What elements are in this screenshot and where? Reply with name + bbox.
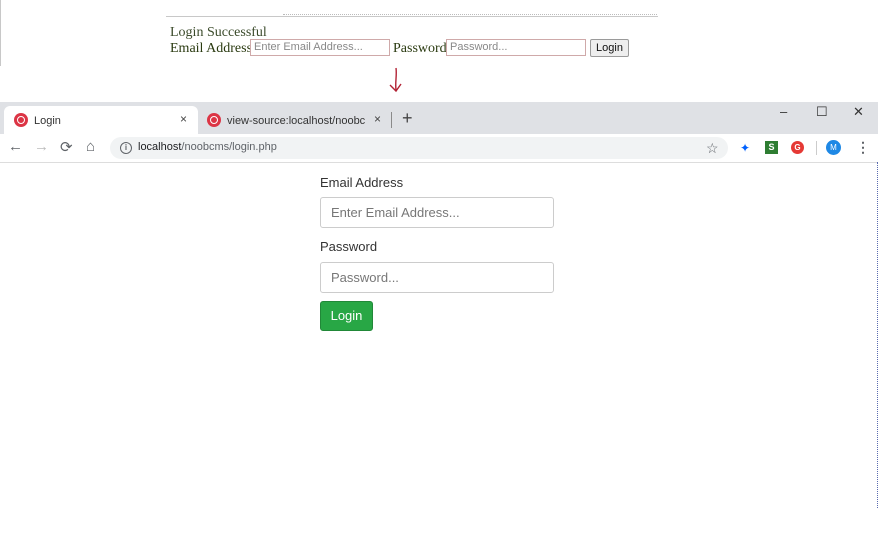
home-icon[interactable]: ⌂ (86, 138, 95, 155)
info-icon[interactable]: i (120, 142, 132, 154)
tab-login[interactable]: Login × (4, 106, 198, 134)
down-arrow-icon (389, 67, 402, 93)
maximize-icon[interactable]: ☐ (816, 104, 828, 120)
snippet-email-input[interactable]: Enter Email Address... (250, 39, 390, 56)
url-host: localhost (138, 141, 182, 153)
site-favicon-icon (14, 113, 28, 127)
email-label: Email Address (320, 175, 404, 190)
site-favicon-icon (207, 113, 221, 127)
url-text[interactable]: localhost/noobcms/login.php (138, 141, 277, 153)
tab-close-icon[interactable]: × (374, 112, 381, 126)
menu-icon[interactable]: ⋮ (856, 139, 870, 156)
s-extension-icon[interactable]: S (765, 141, 778, 154)
minimize-icon[interactable]: – (780, 104, 787, 119)
tab-view-source[interactable]: view-source:localhost/noobcms/ × (200, 106, 390, 134)
reload-icon[interactable]: ⟳ (60, 138, 73, 156)
back-icon[interactable]: ← (8, 138, 23, 155)
forward-icon[interactable]: → (34, 138, 49, 155)
bookmark-star-icon[interactable]: ☆ (706, 140, 719, 157)
profile-avatar[interactable]: M (826, 140, 841, 155)
snippet-password-input[interactable]: Password... (446, 39, 586, 56)
tab-close-icon[interactable]: × (180, 112, 187, 126)
snippet-divider (166, 16, 658, 17)
tab-separator (391, 112, 392, 128)
left-edge-mark (0, 0, 1, 66)
snippet-password-label: Password (393, 41, 447, 56)
new-tab-icon[interactable]: + (402, 108, 413, 129)
password-label: Password (320, 239, 378, 254)
password-input[interactable]: Password... (320, 262, 554, 293)
email-input[interactable]: Enter Email Address... (320, 197, 554, 228)
snippet-divider-dotted (283, 14, 657, 15)
snippet-login-button[interactable]: Login (590, 39, 629, 57)
window-right-border (877, 162, 878, 508)
url-path: /noobcms/login.php (181, 141, 277, 153)
g-extension-icon[interactable]: G (791, 141, 804, 154)
close-window-icon[interactable]: ✕ (853, 104, 864, 120)
snippet-email-label: Email Address (170, 41, 253, 56)
tab-login-title: Login (34, 115, 61, 127)
tab-view-source-title: view-source:localhost/noobcms/ (227, 115, 365, 127)
dropbox-extension-icon[interactable]: ✦ (740, 141, 750, 155)
toolbar-separator (816, 141, 817, 155)
login-button[interactable]: Login (320, 301, 373, 331)
